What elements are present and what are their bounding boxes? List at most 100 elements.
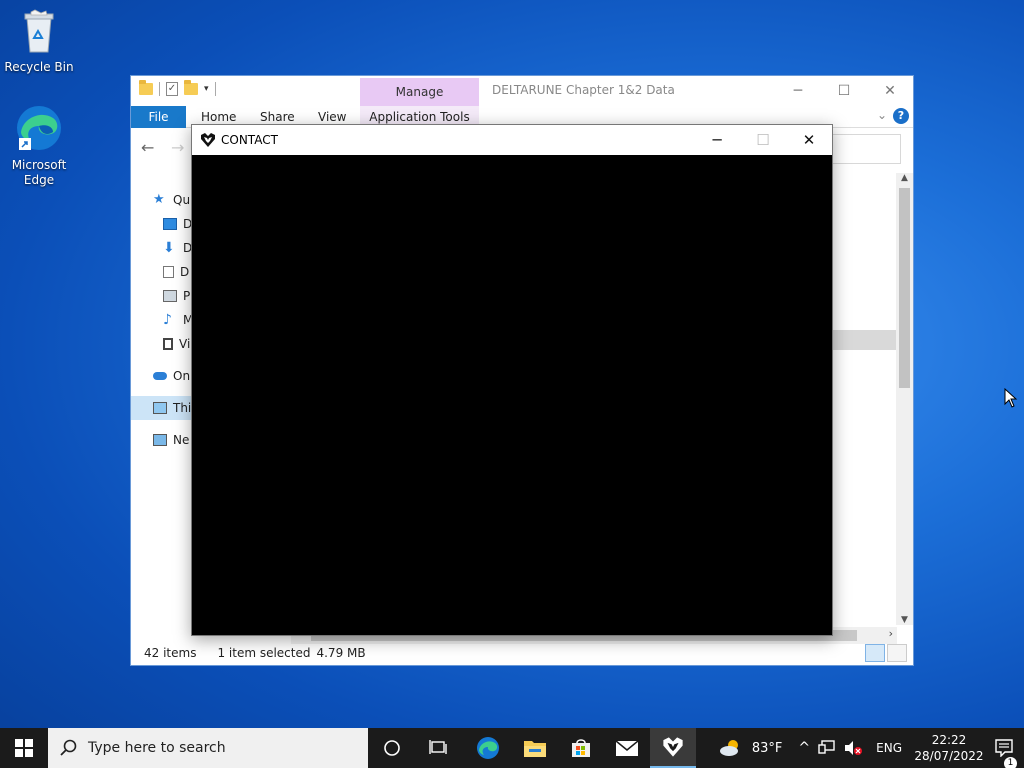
nav-item-quick-access[interactable]: ★ Qu: [153, 188, 193, 212]
nav-item-this-pc[interactable]: Thi: [131, 396, 193, 420]
clock-date: 28/07/2022: [914, 749, 984, 763]
search-placeholder: Type here to search: [88, 740, 226, 756]
computer-icon: [153, 402, 167, 414]
game-canvas[interactable]: [192, 155, 832, 635]
toolbar-separator: [214, 82, 216, 96]
taskbar-file-explorer[interactable]: [512, 728, 558, 768]
notification-icon: [995, 739, 1013, 757]
nav-item-videos[interactable]: Vi: [163, 332, 193, 356]
document-icon: [163, 266, 174, 278]
volume-muted-icon[interactable]: [844, 740, 863, 756]
scroll-right-icon[interactable]: ›: [889, 627, 893, 640]
selection-size: 4.79 MB: [316, 646, 366, 660]
nav-item-pictures[interactable]: Pi: [163, 284, 193, 308]
mail-envelope-icon: [615, 740, 639, 756]
details-view-icon[interactable]: [865, 644, 885, 662]
contact-titlebar[interactable]: CONTACT ─ ☐ ✕: [192, 125, 832, 155]
task-view-button[interactable]: [416, 728, 462, 768]
nav-item-documents[interactable]: D: [163, 260, 193, 284]
new-folder-icon[interactable]: [184, 80, 198, 95]
customize-toolbar-icon[interactable]: ▾: [204, 84, 209, 94]
maximize-button[interactable]: ☐: [821, 76, 867, 106]
mouse-cursor-icon: [1004, 388, 1018, 408]
start-button[interactable]: [0, 728, 48, 768]
window-controls: ─ ☐ ✕: [775, 76, 913, 106]
expand-ribbon-icon[interactable]: ⌄: [877, 108, 887, 122]
partly-cloudy-icon: [719, 740, 738, 756]
search-input[interactable]: [831, 134, 901, 164]
back-arrow-icon[interactable]: ←: [141, 138, 154, 157]
taskbar-search-box[interactable]: Type here to search: [48, 728, 368, 768]
desktop-icon-microsoft-edge[interactable]: Microsoft Edge: [1, 104, 77, 188]
desktop-icon-label: Recycle Bin: [4, 60, 74, 74]
close-button[interactable]: ✕: [786, 125, 832, 155]
task-view-icon: [429, 740, 447, 754]
edge-icon: [477, 737, 499, 759]
desktop-icon: [163, 218, 177, 230]
input-language[interactable]: ENG: [876, 741, 902, 755]
properties-icon[interactable]: ✓: [166, 82, 178, 96]
selected-file-row[interactable]: [831, 330, 897, 350]
nav-item-onedrive[interactable]: On: [153, 364, 193, 388]
cloud-icon: [153, 372, 167, 380]
help-icon[interactable]: ?: [893, 108, 909, 124]
tab-view[interactable]: View: [318, 110, 346, 124]
nav-item-network[interactable]: Ne: [153, 428, 193, 452]
close-button[interactable]: ✕: [867, 76, 913, 106]
network-icon: [153, 434, 167, 446]
windows-logo-icon: [15, 739, 33, 757]
toolbar-separator: [159, 82, 160, 96]
window-title: DELTARUNE Chapter 1&2 Data: [492, 83, 675, 97]
cortana-circle-icon: [384, 740, 400, 756]
maximize-button: ☐: [756, 131, 770, 149]
item-count: 42 items: [144, 646, 197, 660]
nav-item-desktop[interactable]: D: [163, 212, 193, 236]
tab-file[interactable]: File: [131, 106, 186, 128]
music-note-icon: ♪: [163, 312, 172, 328]
action-center-button[interactable]: 1: [984, 739, 1024, 768]
explorer-titlebar[interactable]: ✓ ▾ Manage DELTARUNE Chapter 1&2 Data ─ …: [131, 76, 913, 106]
notification-badge: 1: [1004, 757, 1017, 768]
desktop-icon-label: Microsoft Edge: [11, 158, 67, 187]
view-toggle: [865, 644, 907, 662]
store-bag-icon: [572, 739, 590, 757]
quick-access-toolbar: ✓ ▾: [139, 80, 216, 96]
large-icons-view-icon[interactable]: [887, 644, 907, 662]
deltarune-heart-icon: [663, 737, 683, 757]
chevron-up-icon[interactable]: ^: [798, 740, 810, 756]
download-icon: ⬇: [163, 240, 175, 256]
vertical-scrollbar[interactable]: ▲ ▼: [896, 173, 913, 625]
minimize-button[interactable]: ─: [775, 76, 821, 106]
clock[interactable]: 22:22 28/07/2022: [914, 732, 984, 764]
film-icon: [163, 338, 173, 350]
taskbar-edge[interactable]: [465, 728, 511, 768]
system-tray: 83°F ^ ENG 22:22 28/07/2022 1: [714, 728, 1024, 768]
network-icon[interactable]: [818, 740, 836, 756]
minimize-button[interactable]: ─: [694, 125, 740, 155]
window-controls: ─ ☐ ✕: [694, 125, 832, 155]
search-icon: [60, 739, 77, 756]
cortana-button[interactable]: [369, 728, 415, 768]
deltarune-heart-icon: [201, 133, 215, 147]
weather-widget[interactable]: [718, 738, 744, 758]
tab-home[interactable]: Home: [201, 110, 236, 124]
tab-share[interactable]: Share: [260, 110, 295, 124]
weather-temperature[interactable]: 83°F: [752, 741, 783, 756]
folder-icon: [524, 741, 546, 757]
taskbar: Type here to search 83°F ^ ENG 22:22 28/…: [0, 728, 1024, 768]
tab-manage[interactable]: Manage: [360, 78, 479, 106]
taskbar-mail[interactable]: [604, 728, 650, 768]
recycle-bin-icon: [1, 8, 77, 58]
star-icon: ★: [153, 192, 165, 207]
scroll-down-icon[interactable]: ▼: [896, 615, 913, 625]
edge-icon: [1, 104, 77, 156]
navigation-pane: ★ Qu D ⬇ D D Pi ♪ M Vi On Thi Ne: [131, 188, 193, 628]
nav-item-music[interactable]: ♪ M: [163, 308, 193, 332]
taskbar-microsoft-store[interactable]: [558, 728, 604, 768]
forward-arrow-icon[interactable]: →: [171, 138, 184, 157]
desktop-icon-recycle-bin[interactable]: Recycle Bin: [1, 8, 77, 75]
scrollbar-thumb[interactable]: [899, 188, 910, 388]
nav-item-downloads[interactable]: ⬇ D: [163, 236, 193, 260]
taskbar-contact-app[interactable]: [650, 728, 696, 768]
scroll-up-icon[interactable]: ▲: [896, 173, 913, 183]
